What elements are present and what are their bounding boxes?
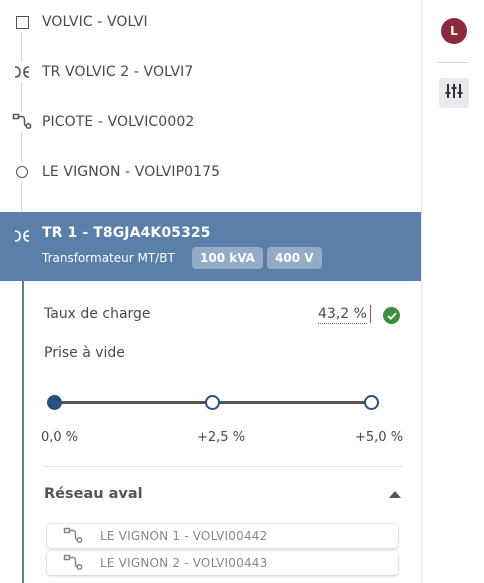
- prise-a-vide-label: Prise à vide: [44, 345, 125, 361]
- tap-slider-knob-0[interactable]: [47, 395, 62, 410]
- charge-label: Taux de charge: [44, 306, 151, 322]
- charge-value[interactable]: 43,2 %: [318, 306, 367, 324]
- tree-item-label: VOLVIC - VOLVI: [42, 14, 148, 30]
- tree-item-label: TR VOLVIC 2 - VOLVI7: [42, 64, 194, 80]
- tree-item-le-vignon[interactable]: LE VIGNON - VOLVIP0175: [0, 147, 421, 197]
- tap-slider-knob-2[interactable]: [364, 395, 379, 410]
- charge-separator: [370, 305, 371, 323]
- tap-tick-label-1: +2,5 %: [197, 430, 246, 445]
- feeder-icon: [63, 554, 83, 572]
- tree-item-tr-volvic-2[interactable]: TR VOLVIC 2 - VOLVI7: [0, 47, 421, 97]
- filter-settings-button[interactable]: [439, 78, 469, 108]
- rail-divider: [437, 62, 469, 63]
- feeder-icon: [63, 527, 83, 545]
- tap-slider-knob-1[interactable]: [205, 395, 220, 410]
- tree-item-picote[interactable]: PICOTE - VOLVIC0002: [0, 97, 421, 147]
- feeder-icon: [12, 112, 32, 132]
- selected-item-subtitle: Transformateur MT/BT: [42, 251, 175, 265]
- collapse-caret-icon[interactable]: [389, 491, 401, 498]
- tree-item-label: PICOTE - VOLVIC0002: [42, 114, 195, 130]
- square-icon: [12, 12, 32, 32]
- tree-item-volvic[interactable]: VOLVIC - VOLVI: [0, 0, 421, 47]
- reseau-aval-item-label: LE VIGNON 1 - VOLVI00442: [100, 529, 268, 543]
- tap-tick-label-0: 0,0 %: [41, 430, 79, 445]
- check-ok-icon: [383, 307, 400, 324]
- right-rail: L: [422, 0, 484, 583]
- tree-item-label: LE VIGNON - VOLVIP0175: [42, 164, 221, 180]
- reseau-aval-item-1[interactable]: LE VIGNON 1 - VOLVI00442: [47, 524, 398, 548]
- reseau-aval-title[interactable]: Réseau aval: [44, 486, 143, 502]
- power-badge: 100 kVA: [192, 247, 263, 269]
- tree-panel: VOLVIC - VOLVI TR VOLVIC 2 - VOLVI7 PICO…: [0, 0, 422, 583]
- reseau-aval-item-2[interactable]: LE VIGNON 2 - VOLVI00443: [47, 551, 398, 575]
- tap-tick-label-2: +5,0 %: [355, 430, 404, 445]
- section-divider: [44, 466, 402, 467]
- selected-item-title: TR 1 - T8GJA4K05325: [42, 225, 211, 241]
- circle-icon: [12, 162, 32, 182]
- user-avatar[interactable]: L: [441, 18, 467, 44]
- transformer-icon: [12, 226, 32, 246]
- sliders-icon: [445, 82, 463, 104]
- selected-tree-item[interactable]: TR 1 - T8GJA4K05325 Transformateur MT/BT…: [0, 212, 421, 281]
- detail-connector-line: [22, 281, 24, 583]
- transformer-icon: [12, 62, 32, 82]
- reseau-aval-item-label: LE VIGNON 2 - VOLVI00443: [100, 556, 268, 570]
- voltage-badge: 400 V: [267, 247, 322, 269]
